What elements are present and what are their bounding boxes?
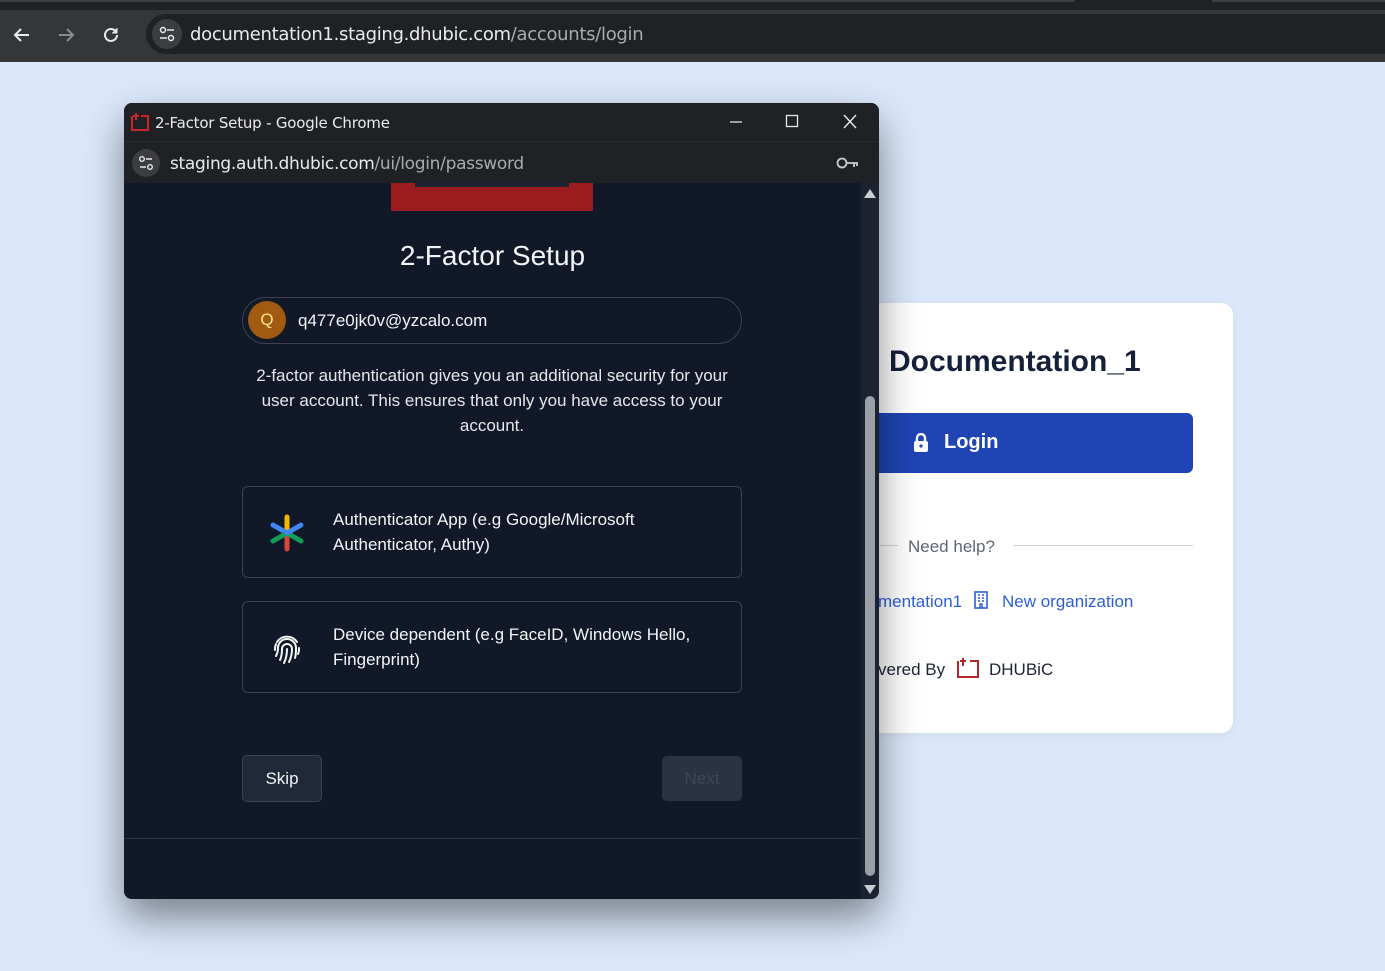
popup-site-info-button[interactable] xyxy=(132,149,160,177)
address-bar[interactable]: documentation1.staging.dhubic.com/accoun… xyxy=(146,14,1385,54)
vertical-scrollbar[interactable] xyxy=(861,183,879,899)
tune-icon xyxy=(159,26,175,42)
logo-detail xyxy=(415,183,569,187)
building-icon xyxy=(974,591,988,609)
scroll-up-arrow-icon[interactable] xyxy=(864,189,876,198)
tab-divider xyxy=(0,0,1075,2)
brand-logo xyxy=(391,183,593,211)
close-window-button[interactable] xyxy=(822,103,878,141)
popup-address-bar: staging.auth.dhubic.com/ui/login/passwor… xyxy=(124,141,879,183)
option-label: Device dependent (e.g FaceID, Windows He… xyxy=(333,625,691,669)
login-label: Login xyxy=(944,431,999,453)
need-help-text: Need help? xyxy=(908,537,995,556)
powered-by-text: vered By xyxy=(878,660,946,679)
arrow-left-icon xyxy=(13,28,29,42)
close-icon xyxy=(843,114,857,129)
address-url: documentation1.staging.dhubic.com/accoun… xyxy=(190,24,644,45)
maximize-button[interactable] xyxy=(764,103,820,141)
org-title: Documentation_1 xyxy=(889,345,1141,378)
option-label: Authenticator App (e.g Google/Microsoft … xyxy=(333,510,635,554)
reload-icon xyxy=(104,27,118,42)
popup-title-bar: 2-Factor Setup - Google Chrome xyxy=(124,103,879,141)
divider-line xyxy=(1013,545,1193,546)
powered-by: vered By DHUBiC xyxy=(878,658,1053,680)
popup-window-title: 2-Factor Setup - Google Chrome xyxy=(155,114,390,132)
key-icon[interactable] xyxy=(836,155,860,171)
brand-name: DHUBiC xyxy=(989,660,1054,679)
arrow-right-icon xyxy=(59,28,75,42)
page-title: 2-Factor Setup xyxy=(399,240,586,271)
popup-content: 2-Factor Setup Q q477e0jk0v@yzcalo.com 2… xyxy=(124,183,861,899)
authenticator-icon xyxy=(270,514,304,552)
scrollbar-thumb[interactable] xyxy=(865,396,875,876)
url-host: staging.auth.dhubic.com xyxy=(170,154,375,174)
minimize-icon xyxy=(730,121,742,123)
need-help-divider: Need help? xyxy=(860,535,1193,557)
footer-divider xyxy=(124,838,861,839)
scroll-down-arrow-icon[interactable] xyxy=(864,885,876,894)
url-path: /accounts/login xyxy=(510,24,644,45)
site-info-button[interactable] xyxy=(152,19,182,49)
login-card: Documentation_1 Login Need help? mentati… xyxy=(860,303,1233,733)
option-device-dependent[interactable]: Device dependent (e.g FaceID, Windows He… xyxy=(242,601,742,693)
account-chip: Q q477e0jk0v@yzcalo.com xyxy=(242,297,742,344)
tab-divider xyxy=(1212,0,1385,2)
back-button[interactable] xyxy=(7,20,37,50)
organization-link[interactable]: mentation1 xyxy=(878,592,962,612)
account-email: q477e0jk0v@yzcalo.com xyxy=(298,311,488,330)
maximize-icon xyxy=(785,114,799,128)
description-text: 2-factor authentication gives you an add… xyxy=(256,366,728,435)
login-button[interactable]: Login xyxy=(860,413,1193,473)
avatar: Q xyxy=(248,301,286,339)
skip-button[interactable]: Skip xyxy=(242,755,322,802)
dhubic-app-icon xyxy=(131,113,149,131)
lock-icon xyxy=(914,433,928,452)
next-button[interactable]: Next xyxy=(662,756,742,801)
fingerprint-icon xyxy=(273,635,300,664)
forward-button[interactable] xyxy=(51,20,81,50)
tab-strip xyxy=(0,0,1385,10)
browser-toolbar: documentation1.staging.dhubic.com/accoun… xyxy=(0,10,1385,62)
minimize-button[interactable] xyxy=(708,103,764,141)
tune-icon xyxy=(138,155,153,170)
option-authenticator-app[interactable]: Authenticator App (e.g Google/Microsoft … xyxy=(242,486,742,578)
new-organization-link[interactable]: New organization xyxy=(1002,592,1133,612)
divider-line xyxy=(880,545,898,546)
url-path: /ui/login/password xyxy=(374,154,524,174)
dhubic-logo-icon xyxy=(957,658,979,678)
two-factor-popup-window: 2-Factor Setup - Google Chrome staging.a… xyxy=(124,103,879,899)
url-host: documentation1.staging.dhubic.com xyxy=(190,24,511,45)
popup-address-url: staging.auth.dhubic.com/ui/login/passwor… xyxy=(170,154,524,174)
reload-button[interactable] xyxy=(96,20,126,50)
